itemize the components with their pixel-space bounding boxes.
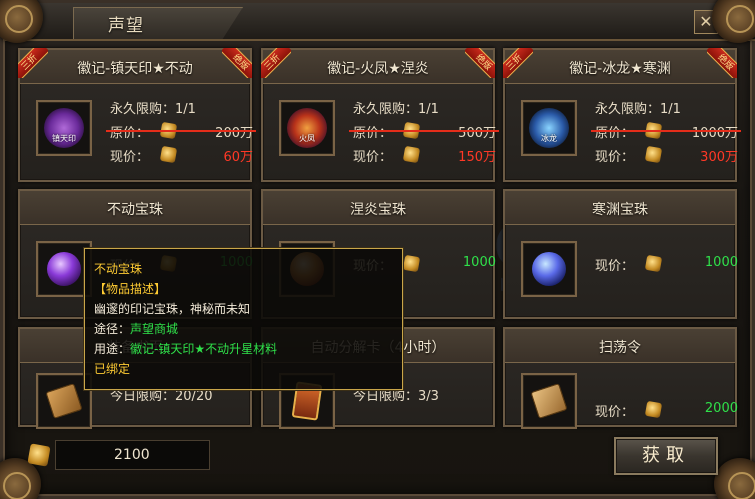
limited-ribbon: 绝版 [465,48,495,78]
item-label: 火凤 [299,134,315,143]
card-title: 徽记-镇天印★不动 [77,61,193,77]
discount-ribbon: 三折 [18,48,48,78]
reputation-balance: 2100 [55,440,210,470]
shop-card-emblem-hanyuan[interactable]: 徽记-冰龙★寒渊 三折 绝版 冰龙 永久限购：1/1 原价： 1000万 现价：… [503,48,741,182]
current-price: 现价： 300万 [595,145,738,165]
sweep-token-icon [530,383,568,419]
title-bar: 声望 ✕ [3,3,755,41]
discount-ribbon: 三折 [261,48,291,78]
currency-icon [644,254,663,273]
scroll-icon [45,383,83,419]
item-slot[interactable] [521,373,577,429]
window-frame: 声望 ✕ 4399 徽记-镇天印★不动 三折 绝版 镇天印 永久限购：1/1 原… [0,0,755,499]
purchase-limit: 永久限购：1/1 [353,102,439,117]
original-price: 原价： 200万 [106,121,256,141]
limited-ribbon: 绝版 [707,48,737,78]
currency-icon [644,145,663,164]
strikethrough [591,130,741,132]
dragon-corner-ornament [714,458,755,499]
card-title: 寒渊宝珠 [592,202,648,218]
item-slot[interactable]: 冰龙 [521,100,577,156]
original-price: 原价： 500万 [349,121,499,141]
shop-card-emblem-nieyan[interactable]: 徽记-火凤★涅炎 三折 绝版 火凤 永久限购：1/1 原价： 500万 现价： … [261,48,499,182]
card-header: 寒渊宝珠 [505,191,735,225]
card-title: 扫荡令 [599,340,641,356]
current-price: 现价： 2000 [595,400,738,420]
purchase-limit: 永久限购：1/1 [595,102,681,117]
current-price: 现价： 150万 [353,145,496,165]
card-header: 徽记-镇天印★不动 [20,50,250,84]
shop-card-orb-hanyuan[interactable]: 寒渊宝珠 现价： 1000 [503,189,738,319]
card-header: 涅炎宝珠 [263,191,493,225]
card-title: 涅炎宝珠 [350,202,406,218]
currency-icon [402,145,421,164]
card-header: 徽记-火凤★涅炎 [263,50,493,84]
item-slot[interactable]: 镇天印 [36,100,92,156]
card-title: 不动宝珠 [107,202,163,218]
original-price: 原价： 1000万 [591,121,741,141]
card-header: 扫荡令 [505,329,735,363]
shop-card-emblem-budong[interactable]: 徽记-镇天印★不动 三折 绝版 镇天印 永久限购：1/1 原价： 200万 现价… [18,48,256,182]
item-slot[interactable]: 火凤 [279,100,335,156]
card-header: 徽记-冰龙★寒渊 [505,50,735,84]
current-price: 现价： 60万 [110,145,253,165]
current-price: 现价： 1000 [595,254,738,274]
card-title: 徽记-冰龙★寒渊 [569,61,671,77]
tooltip-section-title: 【物品描述】 [94,282,167,296]
shop-card-sweep-token[interactable]: 扫荡令 现价： 2000 [503,327,738,429]
tooltip-item-name: 不动宝珠 [94,262,143,276]
strikethrough [349,130,499,132]
purple-orb-icon [47,252,81,286]
window-title: 声望 [108,16,144,36]
purchase-limit: 永久限购：1/1 [110,102,196,117]
item-label: 镇天印 [52,134,76,143]
currency-icon [159,145,178,164]
tooltip-bound-status: 已绑定 [94,362,131,376]
reputation-currency-icon [27,443,51,467]
currency-icon [644,400,663,419]
strikethrough [106,130,256,132]
card-header: 不动宝珠 [20,191,250,225]
tooltip-description: 幽邃的印记宝珠，神秘而未知 [94,302,251,316]
item-tooltip: 不动宝珠 【物品描述】 幽邃的印记宝珠，神秘而未知 途径：声望商城 用途：徽记-… [84,248,403,390]
limited-ribbon: 绝版 [222,48,252,78]
currency-icon [402,254,421,273]
get-button[interactable]: 获取 [614,437,718,475]
discount-ribbon: 三折 [503,48,533,78]
item-label: 冰龙 [541,134,557,143]
title-tab [73,7,243,39]
ice-orb-icon [532,252,566,286]
tooltip-use: 用途：徽记-镇天印★不动升星材料 [94,342,278,356]
card-title: 徽记-火凤★涅炎 [327,61,429,77]
tooltip-source: 途径：声望商城 [94,322,179,336]
item-slot[interactable] [521,241,577,297]
